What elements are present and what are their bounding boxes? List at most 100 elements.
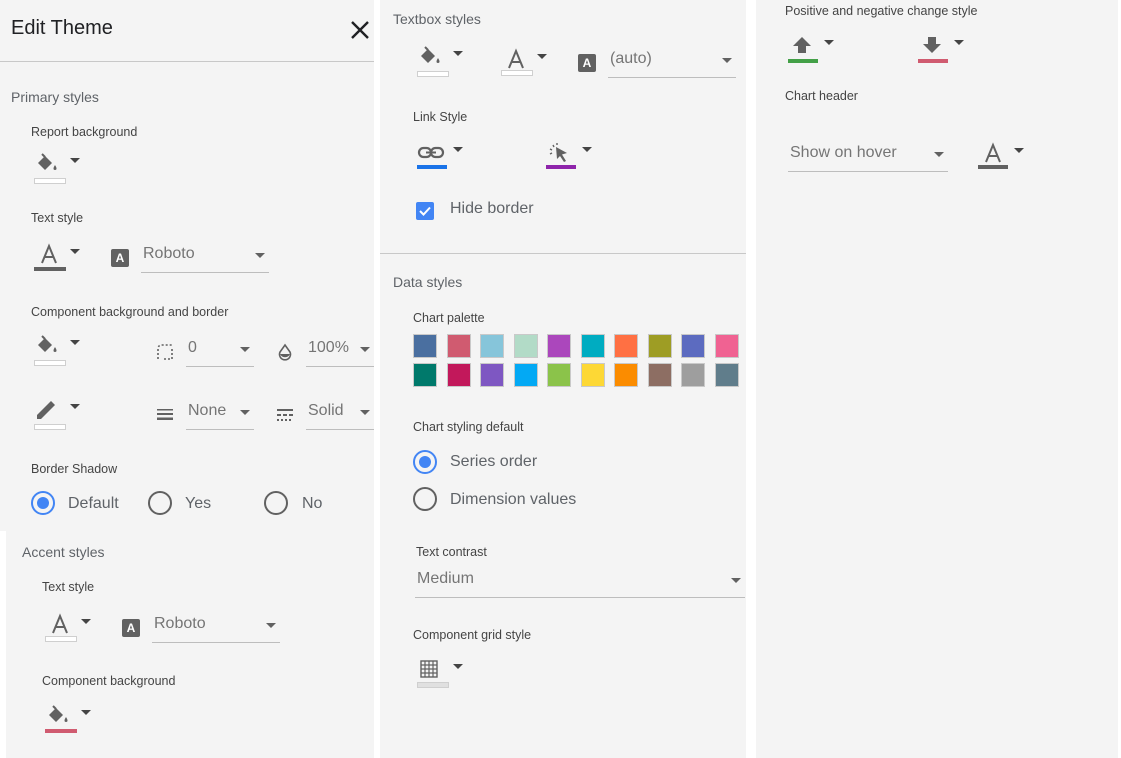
chevron-down-icon [731,578,741,583]
palette-color-chip[interactable] [580,334,605,358]
component-bg-border-label: Component background and border [31,305,229,319]
chart-styling-default-label: Chart styling default [413,420,524,434]
text-contrast-label: Text contrast [416,545,487,559]
shadow-no-radio[interactable] [264,491,288,515]
palette-color-chip[interactable] [480,363,504,387]
chevron-down-icon [453,51,463,56]
hide-border-checkbox[interactable] [416,202,434,220]
border-color-picker[interactable] [34,398,86,434]
shadow-default-radio[interactable] [31,491,55,515]
primary-styles-heading: Primary styles [11,89,99,105]
primary-font-select[interactable]: Roboto [141,243,269,273]
palette-color-chip[interactable] [547,363,571,387]
textbox-font-select[interactable]: (auto) [608,48,736,78]
textbox-text-color-picker[interactable] [501,48,553,84]
color-swatch [34,178,66,184]
accent-font-select[interactable]: Roboto [152,613,280,643]
text-color-picker[interactable] [34,243,86,279]
chevron-down-icon [255,253,265,258]
palette-color-chip[interactable] [647,334,672,358]
accent-text-color-picker[interactable] [45,613,97,649]
positive-change-color-picker[interactable] [788,34,840,70]
component-background-color-picker[interactable] [34,334,86,370]
border-style-icon [277,409,293,421]
shadow-yes-label: Yes [185,495,212,512]
chevron-down-icon [266,623,276,628]
palette-color-chip[interactable] [714,334,739,358]
change-style-panel: Positive and negative change style Chart… [756,0,1118,758]
border-radius-select[interactable]: 0 [186,337,254,367]
chart-header-select[interactable]: Show on hover [788,142,948,172]
report-background-color-picker[interactable] [34,152,86,188]
palette-color-chip[interactable] [580,363,605,387]
palette-color-chip[interactable] [480,334,504,358]
palette-color-chip[interactable] [681,334,705,358]
palette-color-chip[interactable] [446,334,471,358]
palette-color-chip[interactable] [513,363,538,387]
palette-color-chip[interactable] [413,334,437,358]
border-shadow-label: Border Shadow [31,462,118,476]
color-swatch [978,165,1008,169]
pencil-icon [37,401,55,419]
fill-bucket-icon [38,153,57,170]
palette-color-chip[interactable] [513,334,538,358]
border-style-select[interactable]: Solid [306,400,374,430]
color-swatch [34,424,66,430]
border-weight-select[interactable]: None [186,400,254,430]
link-color-picker[interactable] [417,141,469,177]
shadow-yes-radio[interactable] [148,491,172,515]
accent-component-bg-color-picker[interactable] [45,704,97,740]
color-swatch [417,165,447,169]
palette-color-chip[interactable] [681,363,705,387]
palette-color-chip[interactable] [413,363,437,387]
textbox-fill-color-picker[interactable] [417,45,469,81]
palette-color-chip[interactable] [647,363,672,387]
text-color-icon [41,243,57,264]
grid-style-picker[interactable] [417,658,469,694]
fill-bucket-icon [421,46,440,63]
dimension-values-label: Dimension values [450,491,577,508]
font-icon: A [578,54,596,72]
section-divider [380,253,746,254]
close-icon[interactable] [348,18,372,42]
fill-bucket-icon [38,335,57,352]
chevron-down-icon [360,347,370,352]
report-background-label: Report background [31,125,138,139]
chevron-down-icon [240,347,250,352]
color-swatch [546,165,576,169]
shadow-no-label: No [302,495,323,512]
chart-header-text-color-picker[interactable] [978,142,1030,178]
title-divider [0,61,374,62]
palette-color-chip[interactable] [614,334,638,358]
palette-color-chip[interactable] [446,363,471,387]
hide-border-label: Hide border [450,200,534,217]
negative-change-color-picker[interactable] [918,34,970,70]
link-hover-color-picker[interactable] [546,141,598,177]
color-swatch [788,59,818,63]
series-order-radio[interactable] [413,450,437,474]
color-swatch [417,682,449,688]
panel-title: Edit Theme [11,17,113,39]
edit-theme-panel: Edit Theme Primary styles Report backgro… [0,0,374,531]
chevron-down-icon [70,249,80,254]
chevron-down-icon [81,710,91,715]
chevron-down-icon [954,40,964,45]
border-weight-icon [157,409,173,420]
accent-component-bg-label: Component background [42,674,176,688]
opacity-select[interactable]: 100% [306,337,374,367]
palette-color-chip[interactable] [714,363,739,387]
font-icon: A [122,619,140,637]
component-grid-style-label: Component grid style [413,628,532,642]
palette-color-chip[interactable] [547,334,571,358]
accent-text-style-label: Text style [42,580,95,594]
chevron-down-icon [70,340,80,345]
textbox-styles-heading: Textbox styles [393,11,481,27]
text-contrast-select[interactable]: Medium [415,568,745,598]
chevron-down-icon [1014,148,1024,153]
chevron-down-icon [453,664,463,669]
palette-color-chip[interactable] [614,363,638,387]
arrow-up-icon [793,37,811,53]
font-icon: A [111,249,129,267]
chevron-down-icon [81,619,91,624]
dimension-values-radio[interactable] [413,487,437,511]
